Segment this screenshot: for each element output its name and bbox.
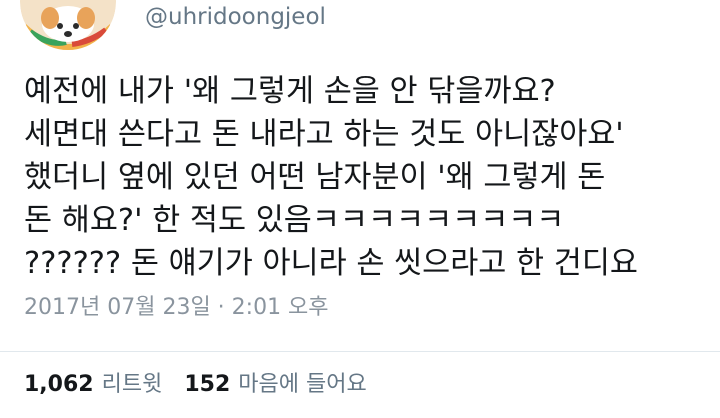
tweet-timestamp[interactable]: 2017년 07월 23일 · 2:01 오후 [24,292,329,324]
likes-count[interactable]: 152 [184,368,230,402]
tweet-text-line: 돈 해요?' 한 적도 있음ㅋㅋㅋㅋㅋㅋㅋㅋㅋ [24,203,565,238]
stats-divider [0,351,720,352]
tweet-text-line: 했더니 옆에 있던 어떤 남자분이 '왜 그렇게 돈 [24,160,606,195]
dog-avatar-icon[interactable] [20,0,116,50]
tweet-text-line: 세면대 쓴다고 돈 내라고 하는 것도 아니잖아요' [24,117,624,152]
retweets-count[interactable]: 1,062 [24,368,94,402]
tweet-header [20,0,116,50]
tweet-card: @uhridoongjeol 예전에 내가 '왜 그렇게 손을 안 닦을까요? … [0,0,720,418]
likes-label[interactable]: 마음에 들어요 [238,368,366,402]
tweet-stats: 1,062 리트윗 152 마음에 들어요 [24,368,389,402]
tweet-text-line: ?????? 돈 얘기가 아니라 손 씻으라고 한 건디요 [24,246,638,281]
retweets-label[interactable]: 리트윗 [102,368,163,402]
user-handle[interactable]: @uhridoongjeol [145,0,326,34]
tweet-text-line: 예전에 내가 '왜 그렇게 손을 안 닦을까요? [24,74,556,109]
tweet-text: 예전에 내가 '왜 그렇게 손을 안 닦을까요? 세면대 쓴다고 돈 내라고 하… [24,70,714,285]
